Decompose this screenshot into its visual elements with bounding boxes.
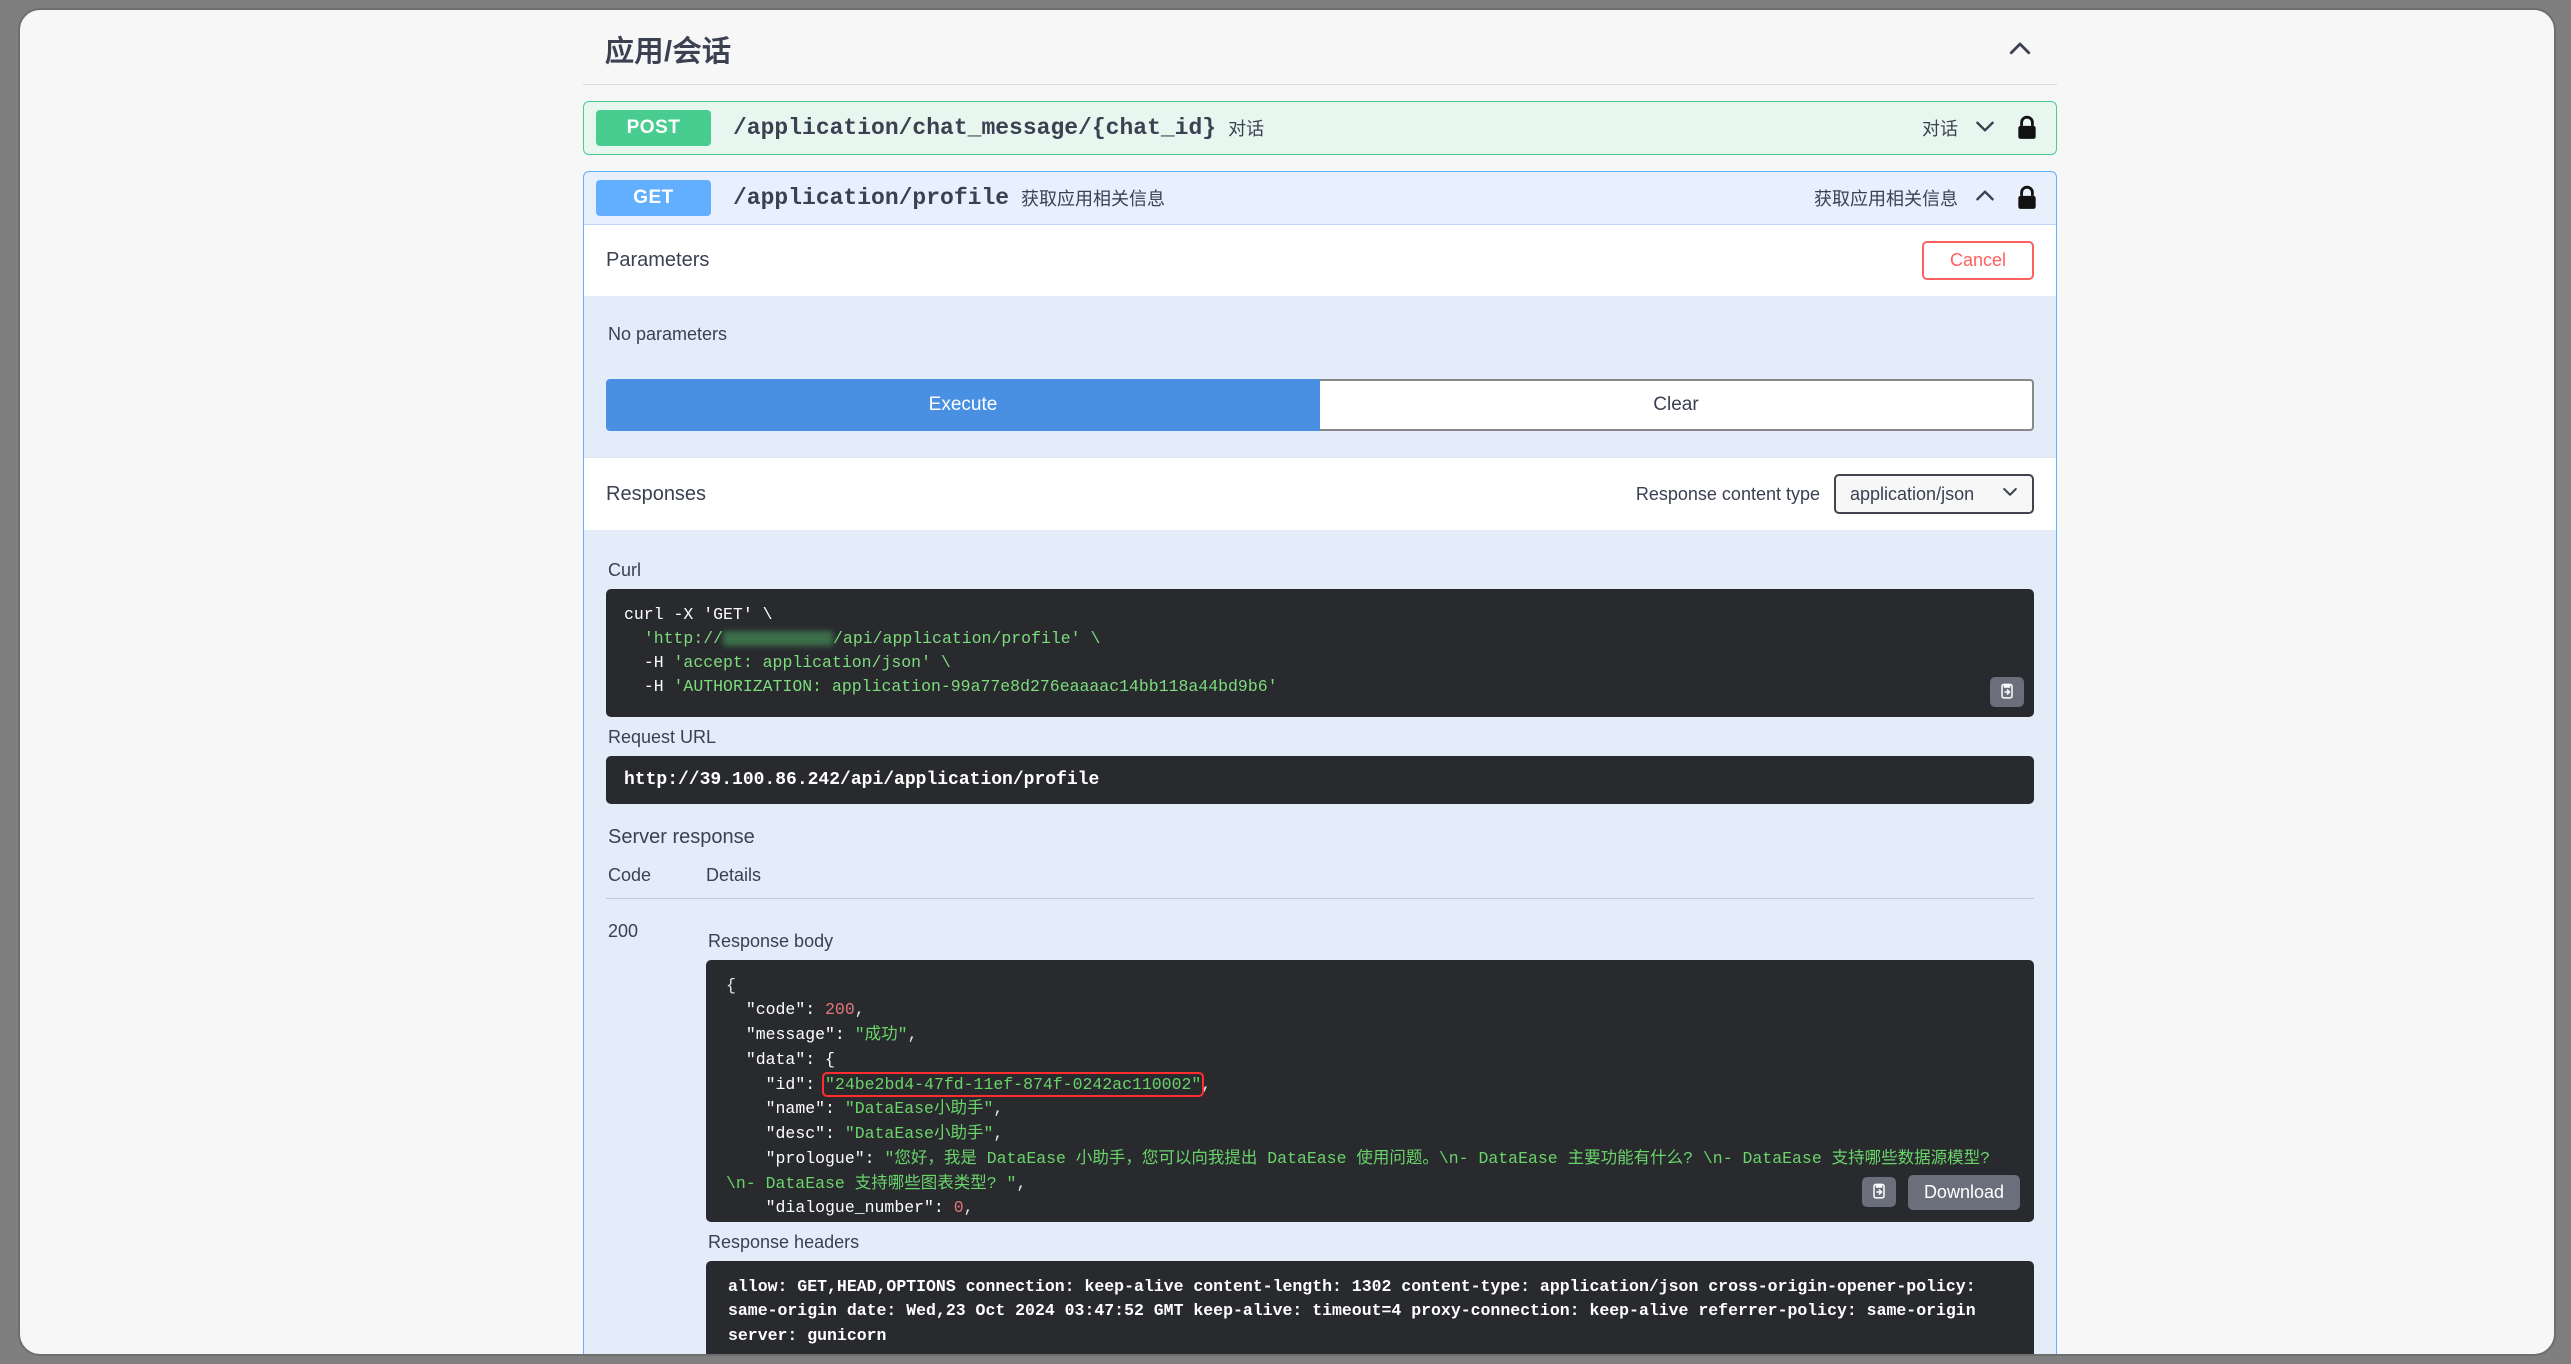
parameters-heading: Parameters (606, 249, 710, 271)
clear-button[interactable]: Clear (1320, 379, 2034, 431)
json-key-name: "name": (765, 1099, 835, 1119)
response-body-code: { "code": 200, "message": "成功", "data": … (706, 959, 2034, 1222)
response-headers-wrap: Response headers allow: GET,HEAD,OPTIONS… (706, 1231, 2034, 1354)
json-key-desc: "desc": (765, 1124, 835, 1144)
operation-body: Parameters Cancel No parameters Execute … (584, 224, 2056, 1354)
column-code: Code (608, 864, 652, 885)
response-body-label: Response body (708, 930, 834, 951)
curl-code-block: curl -X 'GET' \ 'http:// /api/application… (606, 589, 2034, 717)
operation-header[interactable]: POST /application/chat_message/{chat_id}… (584, 102, 2056, 154)
operation-right-label: 获取应用相关信息 (1814, 189, 1958, 209)
lock-icon[interactable] (2016, 115, 2038, 141)
execute-clear-row: Execute Clear (606, 379, 2034, 431)
method-badge-post: POST (596, 110, 711, 146)
curl-line-4: 'AUTHORIZATION: application-99a77e8d276e… (673, 676, 1278, 696)
cancel-button[interactable]: Cancel (1921, 241, 2034, 280)
operation-path: /application/chat_message/{chat_id} (733, 115, 1217, 141)
json-key-code: "code": (745, 1000, 816, 1020)
curl-line-2-prefix: 'http:// (643, 628, 724, 648)
json-value-dialogue-number: 0 (953, 1198, 964, 1218)
no-parameters-text: No parameters (608, 324, 728, 344)
json-value-prologue: "您好，我是 DataEase 小助手，您可以向我提出 DataEase 使用问… (726, 1148, 2000, 1193)
parameters-header: Parameters Cancel (584, 225, 2056, 296)
json-key-prologue: "prologue": (765, 1148, 875, 1168)
swagger-ui-page: 应用/会话 POST /application/chat_message/{ch… (575, 10, 2065, 1354)
operation-summary: 对话 (1228, 119, 1265, 139)
chevron-down-icon[interactable] (1972, 113, 2002, 143)
json-key-id: "id": (765, 1074, 816, 1094)
curl-line-3: 'accept: application/json' \ (673, 652, 951, 672)
response-content-type-label: Response content type (1635, 483, 1820, 504)
json-key-dialogue-number: "dialogue_number": (765, 1198, 944, 1218)
column-details: Details (706, 864, 762, 885)
curl-line-1: curl -X 'GET' \ (624, 605, 773, 624)
response-content-type-select[interactable]: application/json (1834, 474, 2034, 514)
copy-icon[interactable] (1990, 676, 2024, 707)
page-title: 应用/会话 (605, 36, 732, 68)
browser-window: 应用/会话 POST /application/chat_message/{ch… (18, 8, 2556, 1356)
curl-label: Curl (608, 560, 642, 580)
request-url-label: Request URL (608, 726, 717, 747)
response-content-type-group: Response content type application/json (1636, 474, 2034, 514)
json-open-brace: { (726, 975, 736, 995)
response-details: Response body { "code": 200, "message": … (706, 921, 2034, 1354)
redacted-host (723, 631, 834, 647)
operation-header-right: 获取应用相关信息 (1814, 183, 2044, 213)
server-response-label: Server response (608, 825, 755, 848)
operation-header-right: 对话 (1922, 113, 2044, 143)
execute-button[interactable]: Execute (606, 379, 1320, 431)
status-code: 200 (608, 920, 639, 941)
json-value-name: "DataEase小助手" (844, 1099, 994, 1119)
responses-header: Responses Response content type applicat… (584, 457, 2056, 530)
response-headers-label: Response headers (708, 1231, 860, 1252)
json-value-message: "成功" (854, 1025, 908, 1045)
operation-get-profile[interactable]: GET /application/profile 获取应用相关信息 获取应用相关… (583, 171, 2057, 1354)
curl-line-2-suffix: /api/application/profile' \ (833, 628, 1101, 648)
table-row: 200 Response body { "code": 200, "messag… (606, 899, 2034, 1354)
responses-zone: Curl curl -X 'GET' \ 'http:// /api/applic… (584, 530, 2056, 1354)
json-key-message: "message": (745, 1025, 845, 1045)
operation-summary: 获取应用相关信息 (1021, 189, 1166, 209)
operation-right-label: 对话 (1922, 119, 1958, 139)
response-content-type-box[interactable]: application/json (1834, 474, 2034, 514)
response-body-actions: Download (1861, 1174, 2020, 1210)
server-response-table-header: Code Details (606, 861, 2034, 899)
operation-path: /application/profile (733, 185, 1010, 211)
operation-post-chat-message[interactable]: POST /application/chat_message/{chat_id}… (583, 101, 2057, 155)
json-key-data: "data": { (745, 1049, 835, 1069)
response-headers-code: allow: GET,HEAD,OPTIONS connection: keep… (706, 1260, 2034, 1354)
json-value-desc: "DataEase小助手" (844, 1124, 994, 1144)
copy-icon[interactable] (1861, 1177, 1896, 1208)
chevron-up-icon[interactable] (2005, 34, 2035, 64)
chevron-up-icon[interactable] (1972, 183, 2002, 213)
operation-header[interactable]: GET /application/profile 获取应用相关信息 获取应用相关… (584, 172, 2056, 224)
section-header[interactable]: 应用/会话 (583, 28, 2057, 85)
method-badge-get: GET (596, 180, 711, 216)
parameters-zone: No parameters Execute Clear (584, 296, 2056, 457)
responses-heading: Responses (606, 482, 707, 505)
lock-icon[interactable] (2016, 185, 2038, 211)
download-button[interactable]: Download (1907, 1174, 2020, 1210)
json-value-id-highlighted: "24be2bd4-47fd-11ef-874f-0242ac110002" (822, 1071, 1205, 1097)
request-url-value: http://39.100.86.242/api/application/pro… (606, 755, 2034, 804)
json-value-code: 200 (825, 1000, 855, 1020)
